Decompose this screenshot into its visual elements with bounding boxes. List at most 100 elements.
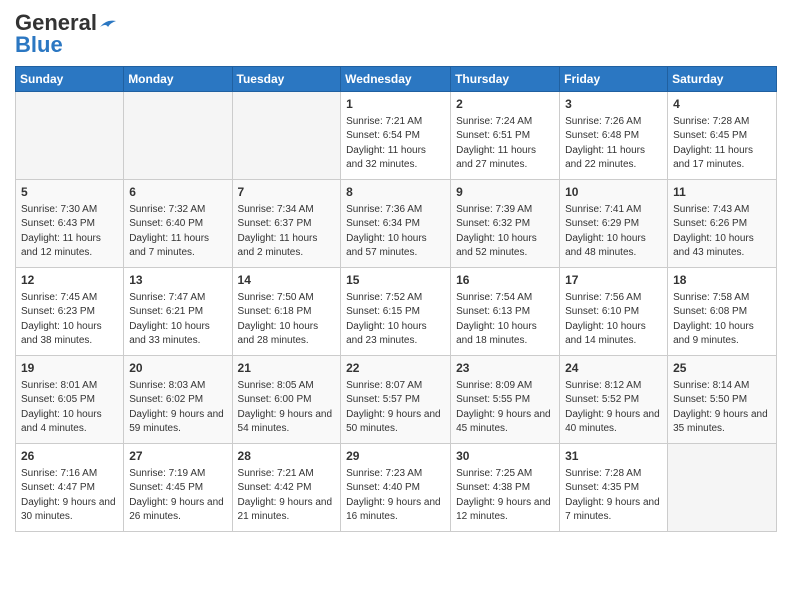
calendar-week-1: 1 Sunrise: 7:21 AMSunset: 6:54 PMDaylight…: [16, 92, 777, 180]
day-info: Sunrise: 7:28 AMSunset: 4:35 PMDaylight:…: [565, 467, 662, 525]
day-info: Sunrise: 7:39 AMSunset: 6:32 PMDaylight:…: [456, 203, 554, 261]
day-number: 29: [346, 448, 445, 465]
day-number: 2: [456, 96, 554, 113]
weekday-header-saturday: Saturday: [668, 67, 777, 92]
calendar-cell: 8 Sunrise: 7:36 AMSunset: 6:34 PMDaylight…: [341, 180, 451, 268]
calendar-cell: 10 Sunrise: 7:41 AMSunset: 6:29 PMDayligh…: [560, 180, 668, 268]
day-number: 23: [456, 360, 554, 377]
calendar-cell: 1 Sunrise: 7:21 AMSunset: 6:54 PMDaylight…: [341, 92, 451, 180]
calendar-cell: 31 Sunrise: 7:28 AMSunset: 4:35 PMDayligh…: [560, 444, 668, 532]
calendar-cell: 15 Sunrise: 7:52 AMSunset: 6:15 PMDayligh…: [341, 268, 451, 356]
calendar-cell: 21Sunrise: 8:05 AMSunset: 6:00 PMDayligh…: [232, 356, 341, 444]
day-info: Sunrise: 8:14 AMSunset: 5:50 PMDaylight:…: [673, 379, 771, 437]
day-number: 22: [346, 360, 445, 377]
calendar-cell: 28 Sunrise: 7:21 AMSunset: 4:42 PMDayligh…: [232, 444, 341, 532]
day-info: Sunrise: 7:50 AMSunset: 6:18 PMDaylight:…: [238, 291, 336, 349]
calendar-cell: 30 Sunrise: 7:25 AMSunset: 4:38 PMDayligh…: [451, 444, 560, 532]
day-info: Sunrise: 7:21 AMSunset: 4:42 PMDaylight:…: [238, 467, 336, 525]
day-info: Sunrise: 7:43 AMSunset: 6:26 PMDaylight:…: [673, 203, 771, 261]
calendar-cell: 24Sunrise: 8:12 AMSunset: 5:52 PMDayligh…: [560, 356, 668, 444]
day-info: Sunrise: 7:47 AMSunset: 6:21 PMDaylight:…: [129, 291, 226, 349]
day-number: 10: [565, 184, 662, 201]
day-info: Sunrise: 7:16 AMSunset: 4:47 PMDaylight:…: [21, 467, 118, 525]
day-number: 16: [456, 272, 554, 289]
day-number: 18: [673, 272, 771, 289]
calendar-cell: 27 Sunrise: 7:19 AMSunset: 4:45 PMDayligh…: [124, 444, 232, 532]
calendar-cell: 2 Sunrise: 7:24 AMSunset: 6:51 PMDaylight…: [451, 92, 560, 180]
day-info: Sunrise: 7:36 AMSunset: 6:34 PMDaylight:…: [346, 203, 445, 261]
day-info: Sunrise: 7:30 AMSunset: 6:43 PMDaylight:…: [21, 203, 118, 261]
weekday-header-monday: Monday: [124, 67, 232, 92]
day-info: Sunrise: 7:58 AMSunset: 6:08 PMDaylight:…: [673, 291, 771, 349]
day-number: 12: [21, 272, 118, 289]
day-info: Sunrise: 7:21 AMSunset: 6:54 PMDaylight:…: [346, 115, 445, 173]
calendar: SundayMondayTuesdayWednesdayThursdayFrid…: [15, 66, 777, 532]
calendar-cell: 16 Sunrise: 7:54 AMSunset: 6:13 PMDayligh…: [451, 268, 560, 356]
calendar-cell: 19 Sunrise: 8:01 AMSunset: 6:05 PMDayligh…: [16, 356, 124, 444]
calendar-week-2: 5 Sunrise: 7:30 AMSunset: 6:43 PMDaylight…: [16, 180, 777, 268]
logo-bird-icon: [98, 17, 118, 31]
day-number: 26: [21, 448, 118, 465]
day-number: 19: [21, 360, 118, 377]
weekday-header-wednesday: Wednesday: [341, 67, 451, 92]
day-info: Sunrise: 8:09 AMSunset: 5:55 PMDaylight:…: [456, 379, 554, 437]
calendar-cell: 7Sunrise: 7:34 AMSunset: 6:37 PMDaylight…: [232, 180, 341, 268]
day-info: Sunrise: 8:03 AMSunset: 6:02 PMDaylight:…: [129, 379, 226, 437]
calendar-week-4: 19 Sunrise: 8:01 AMSunset: 6:05 PMDayligh…: [16, 356, 777, 444]
day-info: Sunrise: 7:28 AMSunset: 6:45 PMDaylight:…: [673, 115, 771, 173]
calendar-cell: 22 Sunrise: 8:07 AMSunset: 5:57 PMDayligh…: [341, 356, 451, 444]
day-info: Sunrise: 7:56 AMSunset: 6:10 PMDaylight:…: [565, 291, 662, 349]
calendar-cell: 9 Sunrise: 7:39 AMSunset: 6:32 PMDaylight…: [451, 180, 560, 268]
calendar-cell: 23 Sunrise: 8:09 AMSunset: 5:55 PMDayligh…: [451, 356, 560, 444]
calendar-cell: [124, 92, 232, 180]
calendar-cell: 6Sunrise: 7:32 AMSunset: 6:40 PMDaylight…: [124, 180, 232, 268]
calendar-cell: 26 Sunrise: 7:16 AMSunset: 4:47 PMDayligh…: [16, 444, 124, 532]
calendar-cell: 29 Sunrise: 7:23 AMSunset: 4:40 PMDayligh…: [341, 444, 451, 532]
day-number: 30: [456, 448, 554, 465]
calendar-header-row: SundayMondayTuesdayWednesdayThursdayFrid…: [16, 67, 777, 92]
day-info: Sunrise: 7:25 AMSunset: 4:38 PMDaylight:…: [456, 467, 554, 525]
logo-blue: Blue: [15, 32, 63, 58]
day-number: 14: [238, 272, 336, 289]
calendar-cell: [668, 444, 777, 532]
calendar-cell: [232, 92, 341, 180]
day-info: Sunrise: 8:05 AMSunset: 6:00 PMDaylight:…: [238, 379, 336, 437]
day-info: Sunrise: 8:01 AMSunset: 6:05 PMDaylight:…: [21, 379, 118, 437]
day-info: Sunrise: 7:41 AMSunset: 6:29 PMDaylight:…: [565, 203, 662, 261]
day-number: 3: [565, 96, 662, 113]
day-number: 8: [346, 184, 445, 201]
calendar-cell: 13 Sunrise: 7:47 AMSunset: 6:21 PMDayligh…: [124, 268, 232, 356]
day-number: 15: [346, 272, 445, 289]
header: General Blue: [15, 10, 777, 58]
day-number: 31: [565, 448, 662, 465]
day-number: 24: [565, 360, 662, 377]
day-number: 9: [456, 184, 554, 201]
day-info: Sunrise: 7:54 AMSunset: 6:13 PMDaylight:…: [456, 291, 554, 349]
calendar-cell: [16, 92, 124, 180]
page: General Blue SundayMondayTuesdayWednesda…: [0, 0, 792, 547]
calendar-cell: 14 Sunrise: 7:50 AMSunset: 6:18 PMDayligh…: [232, 268, 341, 356]
day-number: 25: [673, 360, 771, 377]
day-number: 27: [129, 448, 226, 465]
day-info: Sunrise: 7:19 AMSunset: 4:45 PMDaylight:…: [129, 467, 226, 525]
weekday-header-sunday: Sunday: [16, 67, 124, 92]
day-number: 17: [565, 272, 662, 289]
day-number: 28: [238, 448, 336, 465]
calendar-cell: 17 Sunrise: 7:56 AMSunset: 6:10 PMDayligh…: [560, 268, 668, 356]
calendar-cell: 11 Sunrise: 7:43 AMSunset: 6:26 PMDayligh…: [668, 180, 777, 268]
day-number: 13: [129, 272, 226, 289]
calendar-cell: 3Sunrise: 7:26 AMSunset: 6:48 PMDaylight…: [560, 92, 668, 180]
day-info: Sunrise: 7:23 AMSunset: 4:40 PMDaylight:…: [346, 467, 445, 525]
day-info: Sunrise: 7:52 AMSunset: 6:15 PMDaylight:…: [346, 291, 445, 349]
day-info: Sunrise: 7:24 AMSunset: 6:51 PMDaylight:…: [456, 115, 554, 173]
calendar-cell: 25 Sunrise: 8:14 AMSunset: 5:50 PMDayligh…: [668, 356, 777, 444]
weekday-header-thursday: Thursday: [451, 67, 560, 92]
day-info: Sunrise: 8:07 AMSunset: 5:57 PMDaylight:…: [346, 379, 445, 437]
day-number: 11: [673, 184, 771, 201]
calendar-cell: 20Sunrise: 8:03 AMSunset: 6:02 PMDayligh…: [124, 356, 232, 444]
calendar-week-3: 12Sunrise: 7:45 AMSunset: 6:23 PMDayligh…: [16, 268, 777, 356]
calendar-cell: 18 Sunrise: 7:58 AMSunset: 6:08 PMDayligh…: [668, 268, 777, 356]
day-number: 5: [21, 184, 118, 201]
weekday-header-tuesday: Tuesday: [232, 67, 341, 92]
day-number: 1: [346, 96, 445, 113]
